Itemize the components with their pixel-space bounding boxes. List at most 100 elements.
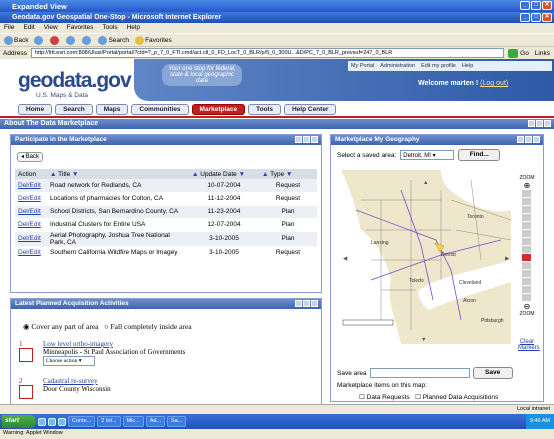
menu-view[interactable]: View: [44, 24, 58, 32]
start-button[interactable]: start: [2, 415, 36, 428]
taskbar-item[interactable]: Conte...: [68, 416, 96, 427]
menu-help[interactable]: Help: [127, 24, 140, 32]
site-logo[interactable]: geodata.gov: [18, 69, 132, 93]
back-button[interactable]: Back: [4, 35, 28, 45]
participate-min-icon[interactable]: [295, 136, 302, 143]
data-requests-checkbox[interactable]: ☐: [359, 394, 365, 401]
ie-close-button[interactable]: ✕: [542, 13, 552, 22]
del-edit-link[interactable]: Del/Edit: [18, 235, 41, 242]
zoom-step[interactable]: [522, 246, 531, 253]
taskbar-item[interactable]: 2 Int...: [97, 416, 121, 427]
ie-maximize-button[interactable]: □: [531, 13, 541, 22]
del-edit-link[interactable]: Del/Edit: [18, 221, 41, 228]
geography-help-icon[interactable]: [533, 136, 540, 143]
refresh-button[interactable]: [66, 35, 76, 45]
zoom-in-icon[interactable]: ⊕: [518, 181, 536, 190]
del-edit-link[interactable]: Del/Edit: [18, 195, 41, 202]
sort-asc-icon[interactable]: ▲: [50, 171, 56, 178]
zoom-step[interactable]: [522, 230, 531, 237]
save-button[interactable]: Save: [472, 367, 513, 379]
geography-max-icon[interactable]: [525, 136, 532, 143]
search-button[interactable]: Search: [98, 35, 129, 45]
zoom-step[interactable]: [522, 278, 531, 285]
zoom-step[interactable]: [522, 214, 531, 221]
radio-any-part[interactable]: ◉: [23, 322, 30, 331]
my-portal-link[interactable]: My Portal: [351, 63, 374, 69]
zoom-step[interactable]: [522, 190, 531, 197]
menu-edit[interactable]: Edit: [23, 24, 34, 32]
back-page-button[interactable]: ◂ Back: [17, 152, 43, 162]
choose-action-select[interactable]: Choose action ▾: [43, 356, 95, 366]
stop-button[interactable]: [50, 35, 60, 45]
saved-area-select[interactable]: Detroit, MI ▾: [400, 150, 455, 160]
home-button[interactable]: [82, 35, 92, 45]
tab-communities[interactable]: Communities: [131, 104, 189, 115]
planned-max-icon[interactable]: [303, 300, 310, 307]
type-sort-desc-icon[interactable]: ▼: [286, 171, 292, 178]
clear-markers-link[interactable]: Clear Markers: [518, 339, 540, 351]
zoom-step[interactable]: [522, 206, 531, 213]
quicklaunch-desktop-icon[interactable]: [48, 417, 56, 426]
del-edit-link[interactable]: Del/Edit: [18, 208, 41, 215]
planned-min-icon[interactable]: [295, 300, 302, 307]
close-button[interactable]: ✕: [542, 1, 552, 10]
menu-tools[interactable]: Tools: [102, 24, 117, 32]
tab-search[interactable]: Search: [55, 104, 93, 115]
menu-favorites[interactable]: Favorites: [67, 24, 94, 32]
item-title-link[interactable]: Low level ortho-imagery: [43, 340, 113, 348]
map-view[interactable]: ▲ ▼ ◀ ▶ Toronto Lansing Detroit Toledo C…: [341, 170, 511, 344]
tab-maps[interactable]: Maps: [95, 104, 129, 115]
col-title[interactable]: ▲ Title ▼: [47, 169, 189, 179]
forward-button[interactable]: [34, 35, 44, 45]
address-input[interactable]: http://lrtt.esri.com:808/Ulusi/Portal/po…: [30, 48, 505, 58]
ie-minimize-button[interactable]: _: [520, 13, 530, 22]
planned-help-icon[interactable]: [311, 300, 318, 307]
favorites-button[interactable]: Favorites: [135, 35, 172, 45]
geography-min-icon[interactable]: [517, 136, 524, 143]
taskbar-item[interactable]: Mic...: [122, 416, 144, 427]
panel-max-icon[interactable]: [536, 120, 543, 127]
planned-acquisitions-checkbox[interactable]: ☐: [415, 394, 421, 401]
item-title-link[interactable]: Cadastral re-survey: [43, 377, 98, 385]
col-update-date[interactable]: ▲ Update Date ▼: [189, 169, 259, 179]
taskbar-item[interactable]: Sa...: [167, 416, 187, 427]
minimize-button[interactable]: _: [520, 1, 530, 10]
zoom-step[interactable]: [522, 198, 531, 205]
tab-help-center[interactable]: Help Center: [283, 104, 337, 115]
del-edit-link[interactable]: Del/Edit: [18, 182, 41, 189]
zoom-step[interactable]: [522, 262, 531, 269]
help-link[interactable]: Help: [462, 63, 473, 69]
zoom-step[interactable]: [522, 254, 531, 261]
participate-max-icon[interactable]: [303, 136, 310, 143]
find-button[interactable]: Find...: [458, 149, 501, 161]
taskbar-item[interactable]: Ad...: [145, 416, 166, 427]
edit-profile-link[interactable]: Edit my profile: [421, 63, 456, 69]
panel-help-icon[interactable]: [544, 120, 551, 127]
menu-file[interactable]: File: [4, 24, 14, 32]
quicklaunch-ie-icon[interactable]: [38, 417, 46, 426]
participate-help-icon[interactable]: [311, 136, 318, 143]
date-sort-asc-icon[interactable]: ▲: [192, 171, 198, 178]
type-sort-asc-icon[interactable]: ▲: [262, 171, 268, 178]
sort-desc-icon[interactable]: ▼: [72, 171, 78, 178]
radio-inside[interactable]: ○: [104, 322, 109, 331]
administration-link[interactable]: Administration: [380, 63, 415, 69]
logout-link[interactable]: (Log out): [480, 80, 508, 87]
tab-tools[interactable]: Tools: [248, 104, 281, 115]
save-area-input[interactable]: [369, 368, 470, 378]
date-sort-desc-icon[interactable]: ▼: [239, 171, 245, 178]
zoom-step[interactable]: [522, 294, 531, 301]
quicklaunch-mail-icon[interactable]: [58, 417, 66, 426]
tab-marketplace[interactable]: Marketplace: [191, 104, 246, 115]
zoom-step[interactable]: [522, 286, 531, 293]
del-edit-link[interactable]: Del/Edit: [18, 249, 41, 256]
go-button[interactable]: [508, 48, 519, 58]
maximize-button[interactable]: □: [531, 1, 541, 10]
zoom-slider[interactable]: [518, 190, 536, 301]
zoom-step[interactable]: [522, 238, 531, 245]
links-label[interactable]: Links: [535, 50, 550, 57]
zoom-step[interactable]: [522, 270, 531, 277]
zoom-step[interactable]: [522, 222, 531, 229]
panel-min-icon[interactable]: [528, 120, 535, 127]
col-type[interactable]: ▲ Type ▼: [259, 169, 317, 179]
